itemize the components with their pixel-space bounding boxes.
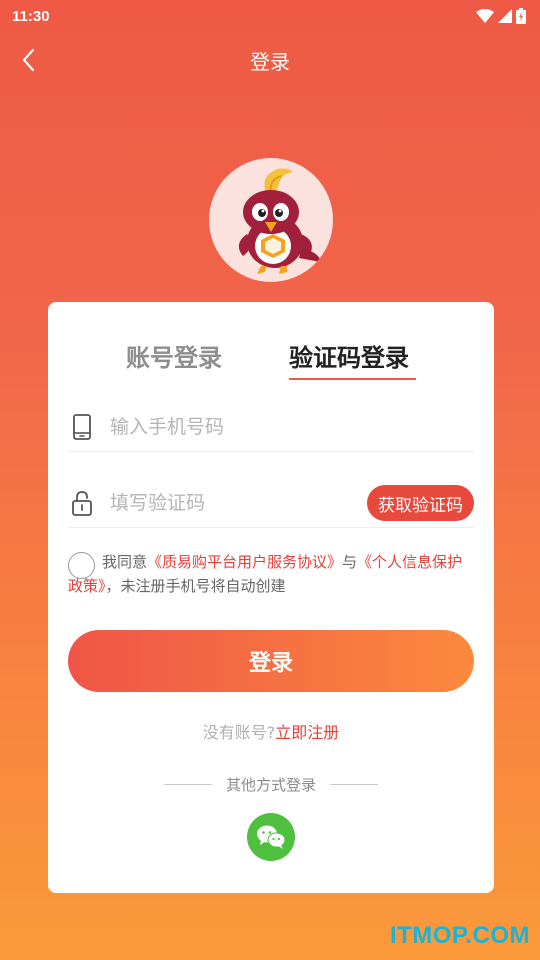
lock-icon xyxy=(68,489,96,517)
wechat-login-button[interactable] xyxy=(247,813,295,861)
battery-icon xyxy=(516,8,526,24)
phone-field xyxy=(68,402,474,452)
other-login-divider: 其他方式登录 xyxy=(48,774,494,795)
register-line: 没有账号?立即注册 xyxy=(48,719,494,743)
get-code-button[interactable]: 获取验证码 xyxy=(367,485,474,521)
register-link[interactable]: 立即注册 xyxy=(275,723,339,742)
divider-right xyxy=(330,784,378,785)
tab-active-indicator xyxy=(289,378,416,380)
nav-bar: 登录 xyxy=(0,36,540,84)
status-time: 11:30 xyxy=(12,7,50,25)
register-prompt: 没有账号? xyxy=(202,723,276,742)
agreement-middle: 与 xyxy=(342,553,358,571)
agreement-suffix: ，未注册手机号将自动创建 xyxy=(105,577,286,595)
tab-account-login[interactable]: 账号登录 xyxy=(126,338,222,373)
login-button[interactable]: 登录 xyxy=(68,630,474,692)
status-icons xyxy=(476,8,526,24)
bird-mascot-icon xyxy=(238,168,321,274)
watermark: ITMOP.COM xyxy=(389,922,530,949)
divider-left xyxy=(163,784,212,785)
tab-code-login[interactable]: 验证码登录 xyxy=(289,338,409,373)
wechat-icon xyxy=(257,825,286,849)
signal-icon xyxy=(498,9,512,23)
user-service-agreement-link[interactable]: 《质易购平台用户服务协议》 xyxy=(147,553,342,571)
phone-icon xyxy=(68,413,96,441)
code-field: 获取验证码 xyxy=(68,478,474,528)
back-button[interactable] xyxy=(12,44,44,76)
status-bar: 11:30 xyxy=(0,0,540,32)
agreement-text: 我同意《质易购平台用户服务协议》与《个人信息保护政策》，未注册手机号将自动创建 xyxy=(68,550,474,598)
agreement: 我同意《质易购平台用户服务协议》与《个人信息保护政策》，未注册手机号将自动创建 xyxy=(68,550,474,598)
login-card: 账号登录 验证码登录 获取验证码 我同意《质易购平台用户服务协议》与《个人信息保… xyxy=(48,302,494,893)
agreement-prefix: 我同意 xyxy=(102,553,148,571)
wifi-icon xyxy=(476,9,494,23)
agreement-checkbox[interactable] xyxy=(68,552,95,579)
other-login-label: 其他方式登录 xyxy=(225,776,316,794)
page-title: 登录 xyxy=(250,49,290,74)
phone-input[interactable] xyxy=(110,415,474,438)
mascot-logo xyxy=(209,158,333,282)
chevron-left-icon xyxy=(22,48,35,72)
